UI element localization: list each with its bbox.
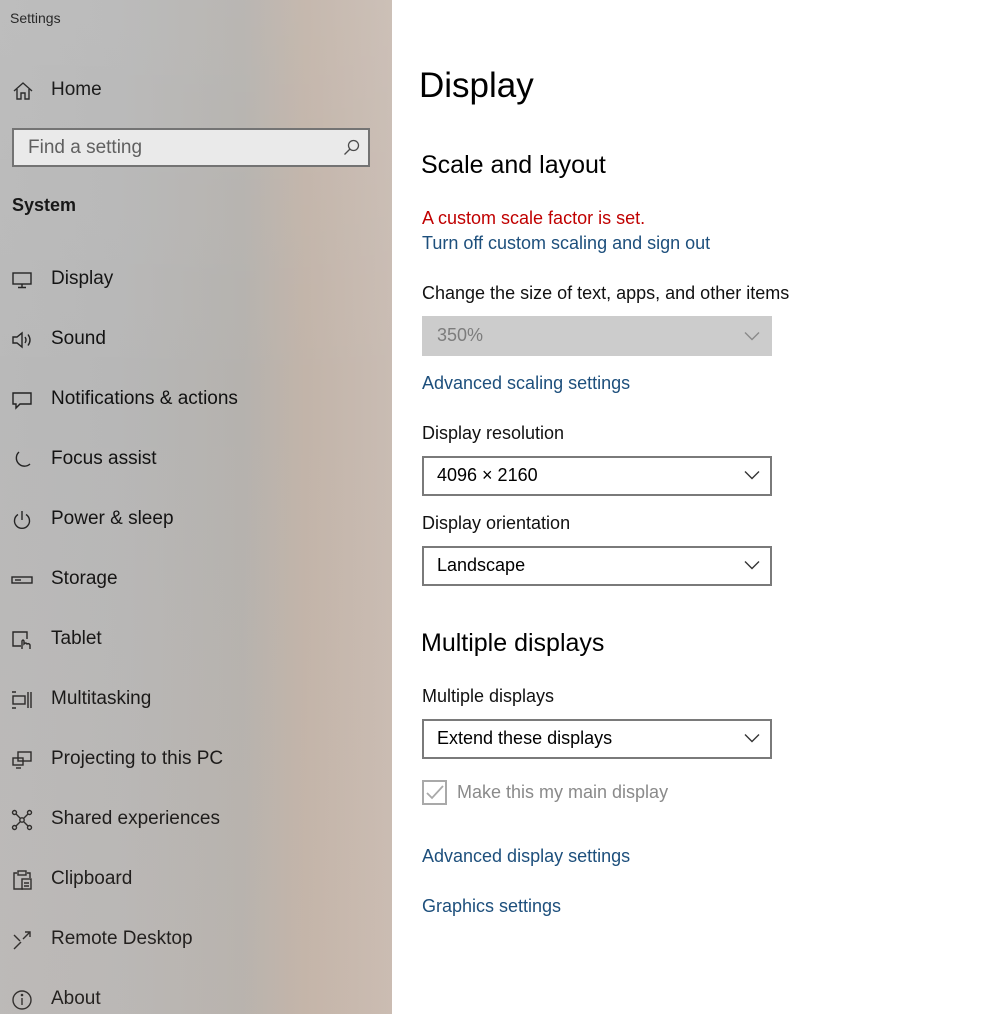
search-box[interactable] bbox=[12, 128, 370, 167]
sidebar-item-focus-assist[interactable]: Focus assist bbox=[0, 437, 392, 481]
graphics-settings-link[interactable]: Graphics settings bbox=[422, 896, 561, 917]
checkmark-icon bbox=[426, 785, 444, 800]
chevron-down-icon bbox=[744, 331, 760, 341]
sidebar-item-label: Home bbox=[51, 79, 102, 100]
sidebar-item-label: Shared experiences bbox=[51, 808, 220, 829]
search-icon[interactable] bbox=[343, 139, 360, 156]
sidebar-item-projecting[interactable]: Projecting to this PC bbox=[0, 737, 392, 781]
info-icon bbox=[11, 989, 33, 1011]
sidebar-item-label: Storage bbox=[51, 568, 118, 589]
sidebar-item-label: Power & sleep bbox=[51, 508, 174, 529]
section-heading-multiple-displays: Multiple displays bbox=[421, 629, 605, 657]
display-orientation-dropdown[interactable]: Landscape bbox=[422, 546, 772, 586]
display-icon bbox=[11, 269, 33, 291]
projecting-icon bbox=[11, 749, 33, 771]
sidebar-item-tablet[interactable]: Tablet bbox=[0, 617, 392, 661]
scale-dropdown: 350% bbox=[422, 316, 772, 356]
display-orientation-value: Landscape bbox=[437, 555, 526, 575]
sidebar-item-storage[interactable]: Storage bbox=[0, 557, 392, 601]
sidebar-item-label: Display bbox=[51, 268, 114, 289]
turn-off-custom-scaling-link[interactable]: Turn off custom scaling and sign out bbox=[422, 233, 710, 254]
sidebar-item-label: Tablet bbox=[51, 628, 102, 649]
sidebar-item-label: Multitasking bbox=[51, 688, 152, 709]
advanced-scaling-settings-link[interactable]: Advanced scaling settings bbox=[422, 373, 630, 394]
page-title: Display bbox=[419, 66, 534, 105]
display-resolution-dropdown[interactable]: 4096 × 2160 bbox=[422, 456, 772, 496]
sidebar-section-label: System bbox=[12, 195, 77, 215]
shared-experiences-icon bbox=[11, 809, 33, 831]
main-display-checkbox-row[interactable]: Make this my main display bbox=[422, 780, 782, 808]
sidebar-item-label: Focus assist bbox=[51, 448, 157, 469]
chevron-down-icon bbox=[744, 733, 760, 743]
custom-scale-warning: A custom scale factor is set. bbox=[422, 208, 646, 228]
multiple-displays-dropdown[interactable]: Extend these displays bbox=[422, 719, 772, 759]
sidebar-item-remote-desktop[interactable]: Remote Desktop bbox=[0, 917, 392, 961]
sidebar-item-notifications[interactable]: Notifications & actions bbox=[0, 377, 392, 421]
scale-dropdown-value: 350% bbox=[437, 325, 484, 345]
sidebar-item-label: Notifications & actions bbox=[51, 388, 238, 409]
main-content: Display Scale and layout A custom scale … bbox=[392, 0, 989, 1014]
multitasking-icon bbox=[11, 689, 33, 711]
sidebar-item-label: About bbox=[51, 988, 101, 1009]
home-icon bbox=[12, 80, 34, 102]
tablet-icon bbox=[11, 629, 33, 651]
multiple-displays-label: Multiple displays bbox=[422, 686, 555, 706]
sidebar-item-home[interactable]: Home bbox=[0, 72, 392, 108]
remote-desktop-icon bbox=[11, 929, 33, 951]
clipboard-icon bbox=[11, 869, 33, 891]
chevron-down-icon bbox=[744, 560, 760, 570]
speaker-icon bbox=[11, 329, 33, 351]
display-resolution-label: Display resolution bbox=[422, 423, 565, 443]
sidebar-item-sound[interactable]: Sound bbox=[0, 317, 392, 361]
display-orientation-label: Display orientation bbox=[422, 513, 571, 533]
section-heading-scale-layout: Scale and layout bbox=[421, 151, 606, 179]
moon-icon bbox=[11, 449, 33, 471]
multiple-displays-value: Extend these displays bbox=[437, 728, 613, 748]
sidebar-item-label: Clipboard bbox=[51, 868, 133, 889]
sidebar-item-label: Projecting to this PC bbox=[51, 748, 224, 769]
sidebar-item-shared-experiences[interactable]: Shared experiences bbox=[0, 797, 392, 841]
search-input[interactable] bbox=[14, 130, 338, 165]
scale-size-label: Change the size of text, apps, and other… bbox=[422, 283, 790, 303]
display-resolution-value: 4096 × 2160 bbox=[437, 465, 538, 485]
main-display-checkbox[interactable] bbox=[422, 780, 447, 805]
app-title: Settings bbox=[10, 10, 61, 26]
notification-icon bbox=[11, 389, 33, 411]
sidebar-item-multitasking[interactable]: Multitasking bbox=[0, 677, 392, 721]
sidebar-item-label: Remote Desktop bbox=[51, 928, 193, 949]
power-icon bbox=[11, 509, 33, 531]
advanced-display-settings-link[interactable]: Advanced display settings bbox=[422, 846, 630, 867]
sidebar-item-label: Sound bbox=[51, 328, 106, 349]
sidebar-item-display[interactable]: Display bbox=[0, 257, 392, 301]
sidebar-item-clipboard[interactable]: Clipboard bbox=[0, 857, 392, 901]
sidebar-item-about[interactable]: About bbox=[0, 977, 392, 1014]
sidebar-item-power-sleep[interactable]: Power & sleep bbox=[0, 497, 392, 541]
storage-icon bbox=[11, 569, 33, 591]
sidebar: Settings Home System Display bbox=[0, 0, 392, 1014]
main-display-checkbox-label: Make this my main display bbox=[457, 782, 669, 802]
chevron-down-icon bbox=[744, 470, 760, 480]
